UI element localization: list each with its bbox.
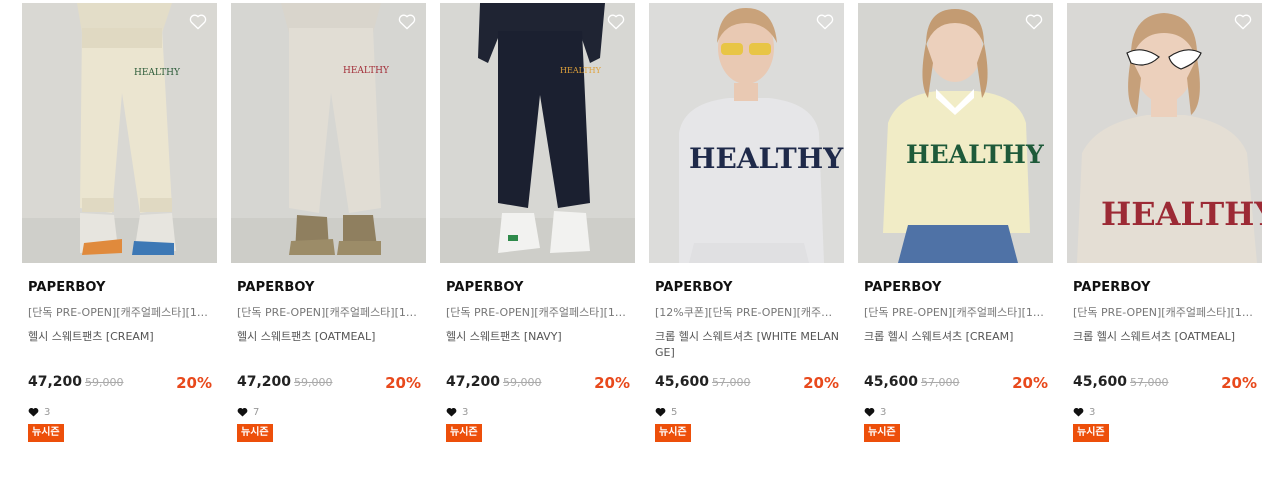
new-season-badge: 뉴시즌 [446,424,482,442]
product-brand[interactable]: PAPERBOY [655,280,839,295]
product-image[interactable]: HEALTHY [22,3,217,263]
product-card[interactable]: HEALTHY PAPERBOY [단독 PRE-OPEN][캐주얼페스타][1… [440,3,635,473]
wishlist-heart-icon[interactable] [188,11,208,31]
product-image[interactable]: HEALTHY [231,3,426,263]
discount-rate: 20% [1012,374,1048,392]
product-promo-title[interactable]: [단독 PRE-OPEN][캐주얼페스타][10%쿠폰] 헬시 스웨트팬츠 [237,304,421,320]
svg-text:HEALTHY: HEALTHY [689,142,844,175]
discount-rate: 20% [803,374,839,392]
product-promo-title[interactable]: [단독 PRE-OPEN][캐주얼페스타][10%쿠폰] 헬시 스웨트팬츠 [446,304,630,320]
heart-filled-icon [655,407,666,417]
product-image[interactable]: HEALTHY [858,3,1053,263]
discount-rate: 20% [594,374,630,392]
svg-text:HEALTHY: HEALTHY [134,68,181,78]
like-count-value: 7 [253,406,260,418]
svg-text:HEALTHY: HEALTHY [906,140,1045,169]
like-count: 3 [446,405,630,419]
product-card[interactable]: HEALTHY PAPERBOY [단독 PRE-OPEN][캐주얼페스타][1… [231,3,426,473]
sale-price: 47,200 [237,374,292,390]
like-count-value: 3 [44,406,51,418]
svg-text:HEALTHY: HEALTHY [343,66,390,76]
discount-rate: 20% [1221,374,1257,392]
heart-filled-icon [864,407,875,417]
price-row: 47,200 59,000 20% [237,374,421,394]
wishlist-heart-icon[interactable] [815,11,835,31]
product-card[interactable]: HEALTHY PAPERBOY [12%쿠폰][단독 PRE-OPEN][캐주… [649,3,844,473]
discount-rate: 20% [176,374,212,392]
product-card[interactable]: HEALTHY PAPERBOY [단독 PRE-OPEN][캐주얼페스타][1… [22,3,217,473]
heart-filled-icon [28,407,39,417]
heart-filled-icon [1073,407,1084,417]
wishlist-heart-icon[interactable] [1233,11,1253,31]
product-name[interactable]: 크롭 헬시 스웨트셔츠 [OATMEAL] [1073,329,1257,363]
price-row: 47,200 59,000 20% [28,374,212,394]
product-photo: HEALTHY [231,3,426,263]
sale-price: 45,600 [864,374,919,390]
product-photo: HEALTHY [858,3,1053,263]
svg-text:HEALTHY: HEALTHY [1101,195,1262,233]
like-count: 7 [237,405,421,419]
product-brand[interactable]: PAPERBOY [1073,280,1257,295]
original-price: 57,000 [712,376,751,389]
like-count: 3 [864,405,1048,419]
product-photo: HEALTHY [440,3,635,263]
product-photo: HEALTHY [1067,3,1262,263]
new-season-badge: 뉴시즌 [864,424,900,442]
original-price: 59,000 [503,376,542,389]
like-count-value: 5 [671,406,678,418]
price-row: 45,600 57,000 20% [655,374,839,394]
product-name[interactable]: 헬시 스웨트팬츠 [OATMEAL] [237,329,421,363]
product-grid: HEALTHY PAPERBOY [단독 PRE-OPEN][캐주얼페스타][1… [0,0,1266,484]
sale-price: 45,600 [655,374,710,390]
product-name[interactable]: 크롭 헬시 스웨트셔츠 [CREAM] [864,329,1048,363]
product-promo-title[interactable]: [12%쿠폰][단독 PRE-OPEN][캐주얼페스타] 크롭 헬시 [655,304,839,320]
price-row: 45,600 57,000 20% [1073,374,1257,394]
sale-price: 47,200 [446,374,501,390]
original-price: 59,000 [85,376,124,389]
product-brand[interactable]: PAPERBOY [237,280,421,295]
new-season-badge: 뉴시즌 [237,424,273,442]
like-count: 3 [1073,405,1257,419]
product-name[interactable]: 헬시 스웨트팬츠 [NAVY] [446,329,630,363]
product-brand[interactable]: PAPERBOY [28,280,212,295]
heart-filled-icon [446,407,457,417]
product-name[interactable]: 헬시 스웨트팬츠 [CREAM] [28,329,212,363]
heart-filled-icon [237,407,248,417]
new-season-badge: 뉴시즌 [28,424,64,442]
price-row: 45,600 57,000 20% [864,374,1048,394]
like-count-value: 3 [462,406,469,418]
original-price: 57,000 [1130,376,1169,389]
sale-price: 45,600 [1073,374,1128,390]
product-brand[interactable]: PAPERBOY [864,280,1048,295]
product-image[interactable]: HEALTHY [649,3,844,263]
discount-rate: 20% [385,374,421,392]
like-count: 3 [28,405,212,419]
product-promo-title[interactable]: [단독 PRE-OPEN][캐주얼페스타][10%쿠폰] 헬시 스웨트팬츠 [28,304,212,320]
wishlist-heart-icon[interactable] [606,11,626,31]
product-card[interactable]: HEALTHY PAPERBOY [단독 PRE-OPEN][캐주얼페스타][1… [858,3,1053,473]
product-photo: HEALTHY [22,3,217,263]
sale-price: 47,200 [28,374,83,390]
svg-text:HEALTHY: HEALTHY [560,66,602,75]
wishlist-heart-icon[interactable] [1024,11,1044,31]
new-season-badge: 뉴시즌 [655,424,691,442]
product-card[interactable]: HEALTHY PAPERBOY [단독 PRE-OPEN][캐주얼페스타][1… [1067,3,1262,473]
like-count-value: 3 [880,406,887,418]
product-photo: HEALTHY [649,3,844,263]
original-price: 57,000 [921,376,960,389]
price-row: 47,200 59,000 20% [446,374,630,394]
product-image[interactable]: HEALTHY [1067,3,1262,263]
wishlist-heart-icon[interactable] [397,11,417,31]
original-price: 59,000 [294,376,333,389]
product-image[interactable]: HEALTHY [440,3,635,263]
product-name[interactable]: 크롭 헬시 스웨트셔츠 [WHITE MELANGE] [655,329,839,363]
product-brand[interactable]: PAPERBOY [446,280,630,295]
like-count: 5 [655,405,839,419]
product-promo-title[interactable]: [단독 PRE-OPEN][캐주얼페스타][10%쿠폰] 크롭 헬시 [1073,304,1257,320]
like-count-value: 3 [1089,406,1096,418]
new-season-badge: 뉴시즌 [1073,424,1109,442]
product-promo-title[interactable]: [단독 PRE-OPEN][캐주얼페스타][10%쿠폰] 크롭 헬시 [864,304,1048,320]
